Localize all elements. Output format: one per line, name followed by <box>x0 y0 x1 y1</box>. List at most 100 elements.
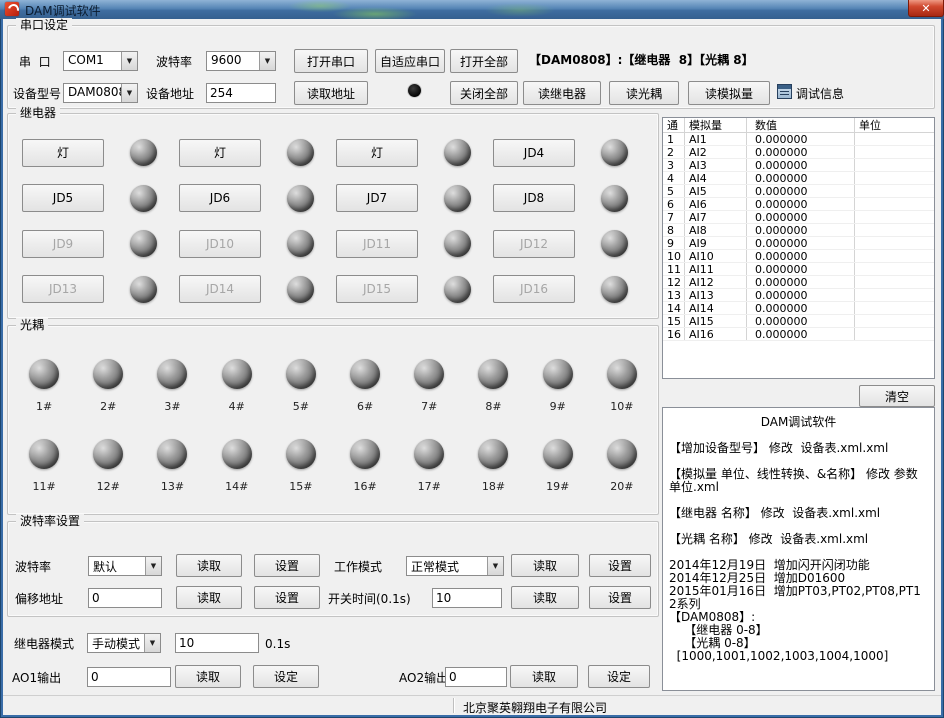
cell-unit <box>855 328 934 340</box>
opto-led-indicator <box>157 439 187 469</box>
baud-set-button[interactable]: 设置 <box>254 554 320 577</box>
opto-led-indicator <box>607 439 637 469</box>
debug-info-icon[interactable] <box>777 84 792 99</box>
clear-button[interactable]: 清空 <box>859 385 935 407</box>
read-analog-button[interactable]: 读模拟量 <box>688 81 770 105</box>
table-row: 12 AI12 0.000000 <box>663 276 934 289</box>
relay-button[interactable]: JD4 <box>493 139 575 167</box>
relay-mode-combo[interactable]: 手动模式 ▼ <box>87 633 161 653</box>
cell-channel: 5 <box>663 185 685 197</box>
cell-value: 0.000000 <box>747 172 855 184</box>
dropdown-icon: ▼ <box>259 52 275 70</box>
open-all-button[interactable]: 打开全部 <box>450 49 518 73</box>
open-port-button[interactable]: 打开串口 <box>294 49 368 73</box>
read-address-button[interactable]: 读取地址 <box>294 81 368 105</box>
ao1-read-button[interactable]: 读取 <box>175 665 241 688</box>
opto-cell: 5# <box>269 346 333 426</box>
cell-analog-name: AI2 <box>685 146 747 158</box>
opto-led-indicator <box>414 439 444 469</box>
serial-settings-group: 串口设定 串 口 COM1 ▼ 波特率 9600 ▼ 打开串口 自适应串口 打开… <box>7 25 935 109</box>
relay-cell: JD13 <box>22 267 179 313</box>
opto-cell: 8# <box>461 346 525 426</box>
relay-button[interactable]: JD9 <box>22 230 104 258</box>
ao2-input[interactable] <box>445 667 507 687</box>
opto-channel-label: 6# <box>357 401 373 413</box>
offset-address-input[interactable] <box>88 588 162 608</box>
info-line: 【模拟量 单位、线性转换、&名称】 修改 参数单位.xml <box>669 468 928 494</box>
dropdown-icon: ▼ <box>487 557 503 575</box>
opto-led-indicator <box>29 359 59 389</box>
baud-read-button[interactable]: 读取 <box>176 554 242 577</box>
read-opto-button[interactable]: 读光耦 <box>609 81 679 105</box>
relay-button[interactable]: JD11 <box>336 230 418 258</box>
device-address-input[interactable] <box>206 83 276 103</box>
cell-analog-name: AI10 <box>685 250 747 262</box>
relay-led-indicator <box>601 276 628 303</box>
offset-set-button[interactable]: 设置 <box>254 586 320 609</box>
close-all-button[interactable]: 关闭全部 <box>450 81 518 105</box>
table-row: 1 AI1 0.000000 <box>663 133 934 146</box>
close-button[interactable]: ✕ <box>908 0 944 17</box>
ao2-apply-button[interactable]: 设定 <box>588 665 650 688</box>
baud-setting-value: 默认 <box>89 557 145 575</box>
info-line: [1000,1001,1002,1003,1004,1000] <box>669 650 928 663</box>
baud-combo[interactable]: 9600 ▼ <box>206 51 276 71</box>
relay-button[interactable]: JD7 <box>336 184 418 212</box>
relay-button[interactable]: JD6 <box>179 184 261 212</box>
switch-time-input[interactable] <box>432 588 502 608</box>
cell-channel: 3 <box>663 159 685 171</box>
baud-setting-combo[interactable]: 默认 ▼ <box>88 556 162 576</box>
offset-read-button[interactable]: 读取 <box>176 586 242 609</box>
relay-time-input[interactable] <box>175 633 259 653</box>
cell-unit <box>855 237 934 249</box>
opto-channel-label: 1# <box>36 401 52 413</box>
opto-cell: 15# <box>269 426 333 506</box>
switch-time-read-button[interactable]: 读取 <box>511 586 579 609</box>
port-combo[interactable]: COM1 ▼ <box>63 51 138 71</box>
read-relay-button[interactable]: 读继电器 <box>523 81 601 105</box>
relay-cell: JD11 <box>336 221 493 267</box>
auto-adapt-port-button[interactable]: 自适应串口 <box>375 49 445 73</box>
col-header-analog: 模拟量 <box>685 118 747 132</box>
cell-value: 0.000000 <box>747 263 855 275</box>
dropdown-icon: ▼ <box>144 634 160 652</box>
baud-settings-title: 波特率设置 <box>16 514 84 528</box>
opto-cell: 2# <box>76 346 140 426</box>
relay-led-indicator <box>130 139 157 166</box>
work-mode-combo[interactable]: 正常模式 ▼ <box>406 556 504 576</box>
relay-button[interactable]: JD15 <box>336 275 418 303</box>
relay-led-indicator <box>444 230 471 257</box>
model-combo[interactable]: DAM0808 ▼ <box>63 83 138 103</box>
cell-analog-name: AI16 <box>685 328 747 340</box>
ao1-apply-button[interactable]: 设定 <box>253 665 319 688</box>
cell-channel: 15 <box>663 315 685 327</box>
relay-button[interactable]: JD10 <box>179 230 261 258</box>
relay-cell: JD10 <box>179 221 336 267</box>
cell-channel: 10 <box>663 250 685 262</box>
relay-button[interactable]: 灯 <box>179 139 261 167</box>
opto-channel-label: 18# <box>482 481 505 493</box>
relay-button[interactable]: JD12 <box>493 230 575 258</box>
work-mode-set-button[interactable]: 设置 <box>589 554 651 577</box>
cell-analog-name: AI5 <box>685 185 747 197</box>
ao2-read-button[interactable]: 读取 <box>510 665 578 688</box>
relay-button[interactable]: JD14 <box>179 275 261 303</box>
relay-button[interactable]: 灯 <box>336 139 418 167</box>
relay-button[interactable]: JD13 <box>22 275 104 303</box>
title-bar: DAM调试软件 ✕ <box>0 0 944 19</box>
cell-channel: 12 <box>663 276 685 288</box>
opto-channel-label: 14# <box>225 481 248 493</box>
table-row: 11 AI11 0.000000 <box>663 263 934 276</box>
debug-info-label[interactable]: 调试信息 <box>796 87 844 101</box>
relay-button[interactable]: JD8 <box>493 184 575 212</box>
info-lines: 【增加设备型号】 修改 设备表.xml.xml 【模拟量 单位、线性转换、&名称… <box>669 429 928 663</box>
cell-channel: 13 <box>663 289 685 301</box>
relay-led-indicator <box>601 185 628 212</box>
comm-status-indicator <box>408 84 421 97</box>
relay-button[interactable]: 灯 <box>22 139 104 167</box>
relay-button[interactable]: JD16 <box>493 275 575 303</box>
relay-button[interactable]: JD5 <box>22 184 104 212</box>
work-mode-read-button[interactable]: 读取 <box>511 554 579 577</box>
switch-time-set-button[interactable]: 设置 <box>589 586 651 609</box>
ao1-input[interactable] <box>87 667 171 687</box>
